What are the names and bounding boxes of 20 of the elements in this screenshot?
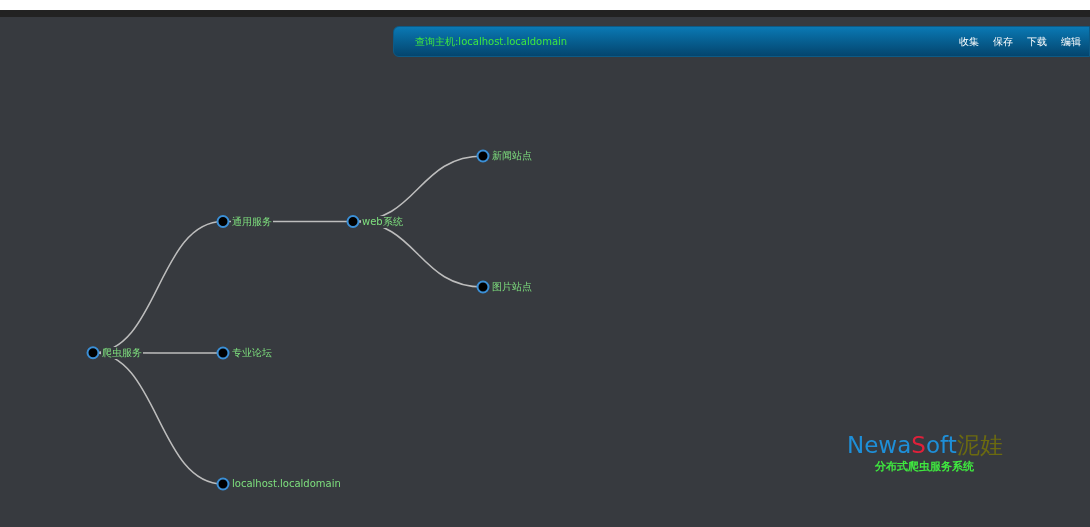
tree-node[interactable] bbox=[86, 346, 100, 360]
node-label: 爬虫服务 bbox=[101, 346, 143, 359]
toolbar-action[interactable]: 保存 bbox=[993, 34, 1013, 49]
toolbar-action[interactable]: 收集 bbox=[959, 34, 979, 49]
node-label: web系统 bbox=[361, 215, 404, 228]
toolbar-action[interactable]: 下载 bbox=[1027, 34, 1047, 49]
tree-node[interactable] bbox=[216, 346, 230, 360]
node-label: 图片站点 bbox=[491, 281, 533, 293]
logo-subtitle: 分布式爬虫服务系统 bbox=[875, 459, 975, 475]
node-label: 专业论坛 bbox=[231, 347, 273, 359]
node-label: 新闻站点 bbox=[491, 150, 533, 162]
host-title: 查询主机:localhost.localdomain bbox=[415, 35, 568, 49]
toolbar-action[interactable]: 编辑 bbox=[1061, 34, 1081, 49]
tree-node[interactable] bbox=[216, 477, 230, 491]
node-label: localhost.localdomain bbox=[231, 478, 342, 490]
tree-node[interactable] bbox=[216, 215, 230, 228]
node-label: 通用服务 bbox=[231, 215, 273, 228]
tree-node[interactable] bbox=[476, 149, 490, 163]
tree-node[interactable] bbox=[346, 215, 360, 228]
tree-node[interactable] bbox=[476, 280, 490, 294]
